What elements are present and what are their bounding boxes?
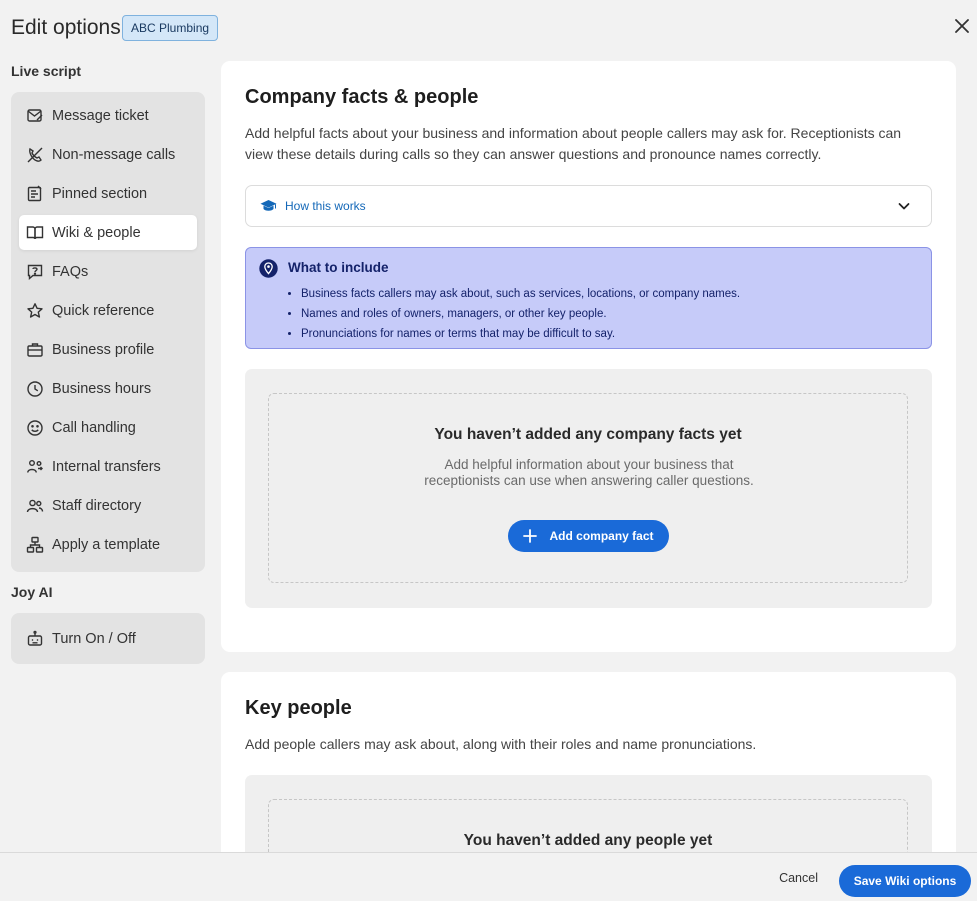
plus-icon <box>523 529 538 543</box>
cancel-button[interactable]: Cancel <box>779 871 818 885</box>
joy-ai-heading: Joy AI <box>11 584 53 600</box>
star-icon <box>25 301 45 321</box>
sidebar-item-label: Pinned section <box>52 185 148 202</box>
include-list: Business facts callers may ask about, su… <box>301 284 740 344</box>
clock-icon <box>25 379 45 399</box>
empty-state-box: You haven’t added any company facts yet … <box>268 393 908 583</box>
smiley-icon <box>25 418 45 438</box>
sidebar-item-label: Staff directory <box>52 497 142 514</box>
sidebar-item-turn-on-off[interactable]: Turn On / Off <box>19 619 197 658</box>
company-facts-title: Company facts & people <box>245 86 479 108</box>
robot-icon <box>25 629 45 649</box>
sidebar-item-label: Quick reference <box>52 302 155 319</box>
sidebar-item-staff-directory[interactable]: Staff directory <box>19 488 197 523</box>
sidebar-item-message-ticket[interactable]: Message ticket <box>19 98 197 133</box>
sidebar-item-call-handling[interactable]: Call handling <box>19 410 197 445</box>
message-ticket-icon <box>25 106 45 126</box>
sidebar-item-label: Apply a template <box>52 536 161 553</box>
empty-state-title: You haven’t added any company facts yet <box>434 426 742 443</box>
transfer-icon <box>25 457 45 477</box>
sidebar-item-business-profile[interactable]: Business profile <box>19 332 197 367</box>
graduation-cap-icon <box>260 200 277 211</box>
sidebar-item-label: Business hours <box>52 380 152 397</box>
sidebar-item-label: Turn On / Off <box>52 630 136 647</box>
sidebar-item-label: Call handling <box>52 419 136 436</box>
key-people-card: Key people Add people callers may ask ab… <box>221 672 956 901</box>
what-to-include-callout: What to include Business facts callers m… <box>245 247 932 349</box>
close-button[interactable] <box>951 15 973 37</box>
sidebar-item-quick-reference[interactable]: Quick reference <box>19 293 197 328</box>
pinned-section-icon <box>25 184 45 204</box>
include-list-item: Pronunciations for names or terms that m… <box>301 324 740 344</box>
sidebar-item-business-hours[interactable]: Business hours <box>19 371 197 406</box>
company-facts-description: Add helpful facts about your business an… <box>245 125 902 162</box>
empty-state-subtitle: Add helpful information about your busin… <box>424 457 754 488</box>
live-script-nav: Message ticket Non-message calls Pinned … <box>11 92 205 572</box>
sidebar-item-pinned-section[interactable]: Pinned section <box>19 176 197 211</box>
dialog-footer: Cancel Save Wiki options <box>0 852 977 901</box>
sidebar-item-label: FAQs <box>52 263 89 280</box>
sidebar-item-non-message-calls[interactable]: Non-message calls <box>19 137 197 172</box>
sidebar-item-internal-transfers[interactable]: Internal transfers <box>19 449 197 484</box>
template-icon <box>25 535 45 555</box>
sidebar-item-label: Internal transfers <box>52 458 161 475</box>
sidebar-item-wiki-people[interactable]: Wiki & people <box>19 215 197 250</box>
company-facts-empty-state: You haven’t added any company facts yet … <box>245 369 932 608</box>
joy-ai-nav: Turn On / Off <box>11 613 205 664</box>
briefcase-icon <box>25 340 45 360</box>
sidebar-item-label: Non-message calls <box>52 146 176 163</box>
include-list-item: Business facts callers may ask about, su… <box>301 284 740 304</box>
key-people-title: Key people <box>245 697 352 719</box>
sidebar-item-faqs[interactable]: FAQs <box>19 254 197 289</box>
business-badge: ABC Plumbing <box>122 15 219 41</box>
add-company-fact-label: Add company fact <box>549 529 654 543</box>
include-list-item: Names and roles of owners, managers, or … <box>301 304 740 324</box>
faq-icon <box>25 262 45 282</box>
page-title: Edit options <box>11 16 121 39</box>
non-message-calls-icon <box>25 145 45 165</box>
add-company-fact-button[interactable]: Add company fact <box>508 520 669 552</box>
what-to-include-title: What to include <box>288 260 389 275</box>
chevron-down-icon <box>898 203 910 210</box>
location-pin-icon <box>259 259 278 278</box>
live-script-heading: Live script <box>11 63 82 79</box>
save-wiki-options-button[interactable]: Save Wiki options <box>839 865 971 897</box>
company-facts-card: Company facts & people Add helpful facts… <box>221 61 956 652</box>
staff-icon <box>25 496 45 516</box>
sidebar-item-label: Message ticket <box>52 107 149 124</box>
wiki-book-icon <box>25 223 45 243</box>
sidebar-item-label: Wiki & people <box>52 224 141 241</box>
how-this-works-label: How this works <box>285 199 366 213</box>
how-this-works-accordion[interactable]: How this works <box>245 185 932 227</box>
empty-state-title: You haven’t added any people yet <box>463 832 713 849</box>
sidebar-item-label: Business profile <box>52 341 155 358</box>
dialog-header: Edit options ABC Plumbing <box>0 0 977 56</box>
sidebar-item-apply-template[interactable]: Apply a template <box>19 527 197 562</box>
close-icon <box>955 19 969 33</box>
key-people-description: Add people callers may ask about, along … <box>245 736 757 752</box>
